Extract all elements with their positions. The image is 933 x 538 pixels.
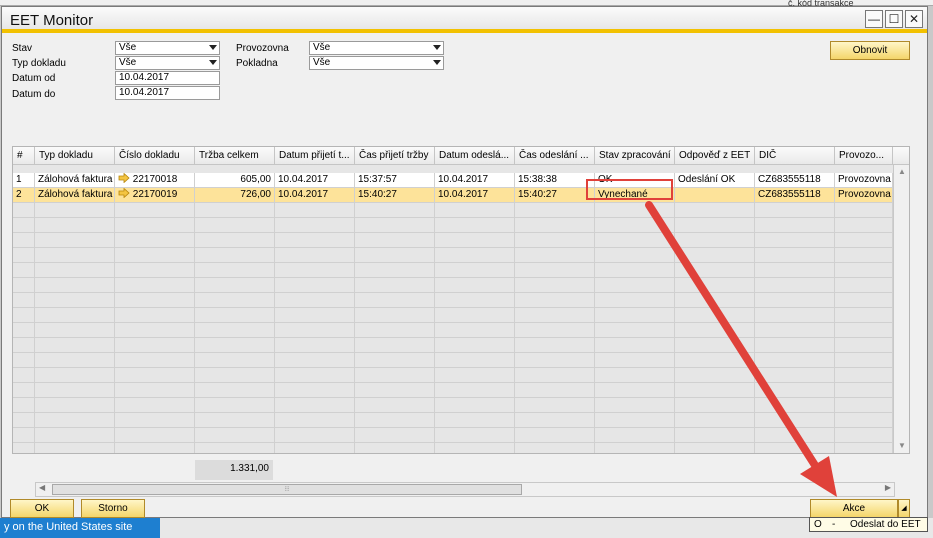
akce-dropdown-menu: O - Odeslat do EET <box>809 517 928 532</box>
menu-item-key: O <box>814 519 822 530</box>
annotation-arrow-icon <box>645 201 837 497</box>
menu-item-odeslat-do-eet[interactable]: Odeslat do EET <box>850 518 921 531</box>
menu-item-separator: - <box>832 519 836 530</box>
